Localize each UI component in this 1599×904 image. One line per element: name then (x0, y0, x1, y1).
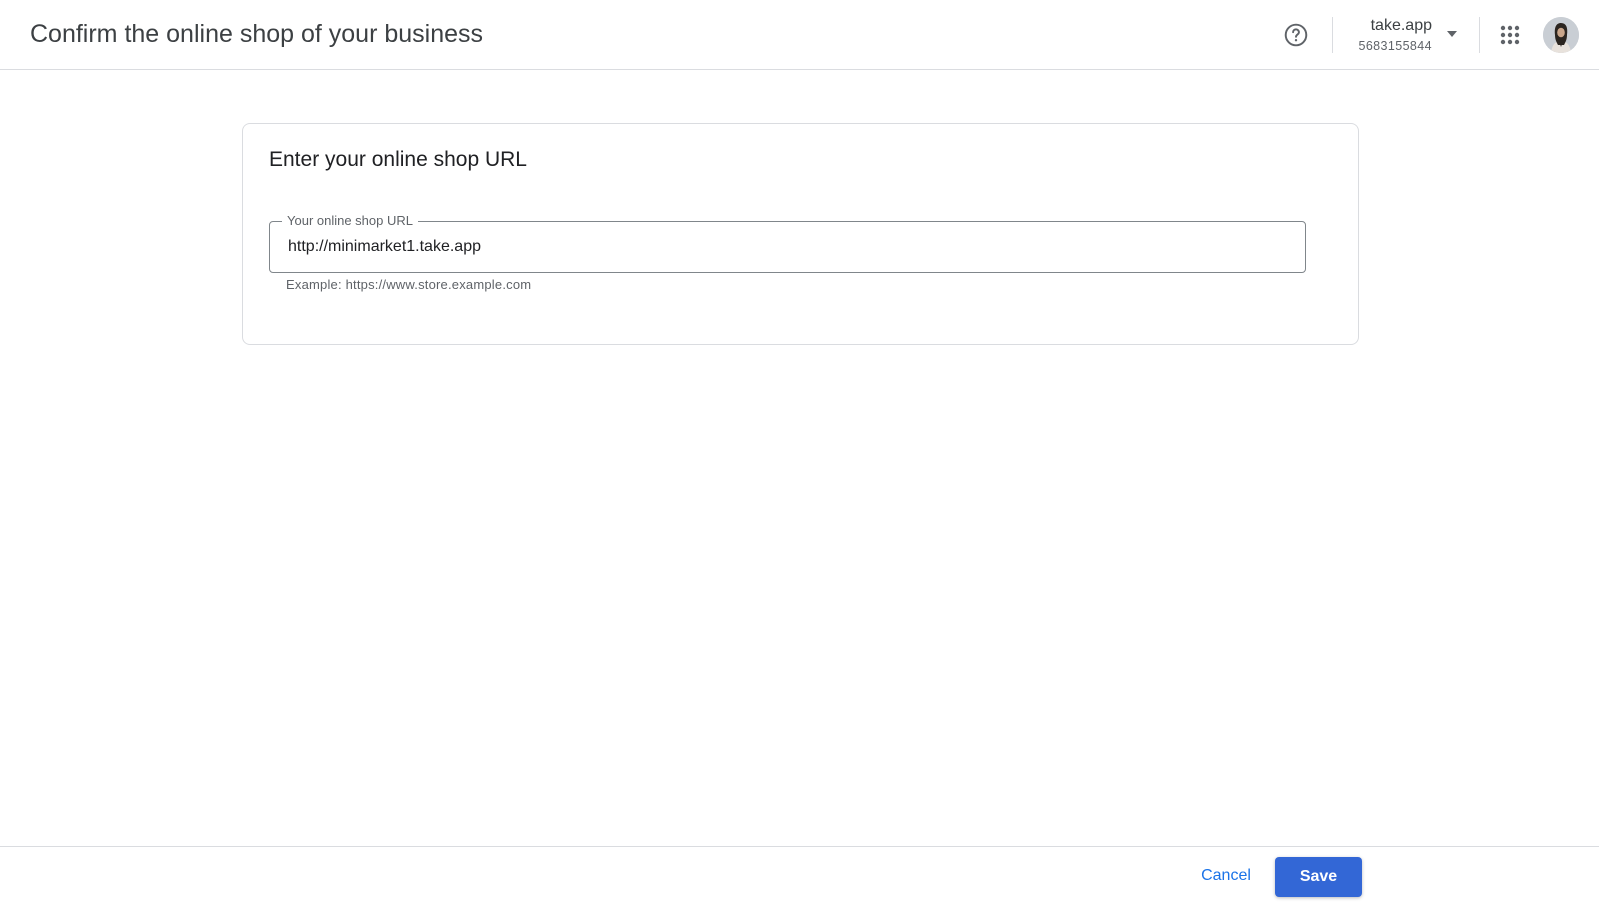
account-name: take.app (1370, 17, 1432, 34)
header-divider (1332, 17, 1333, 53)
save-button[interactable]: Save (1275, 857, 1362, 897)
shop-url-input[interactable] (271, 223, 1304, 271)
shop-url-card: Enter your online shop URL Your online s… (242, 123, 1359, 345)
help-button[interactable] (1280, 19, 1312, 51)
shop-url-field[interactable]: Your online shop URL (269, 213, 1306, 273)
header-divider (1479, 17, 1480, 53)
apps-button[interactable] (1494, 19, 1526, 51)
shop-url-helper-text: Example: https://www.store.example.com (286, 277, 532, 292)
cancel-button[interactable]: Cancel (1190, 856, 1262, 896)
top-bar: Confirm the online shop of your business… (0, 0, 1599, 70)
help-circle-icon (1284, 23, 1308, 47)
account-id: 5683155844 (1358, 39, 1432, 53)
account-switcher[interactable]: take.app 5683155844 (1340, 12, 1462, 56)
user-avatar-icon (1543, 17, 1579, 53)
avatar[interactable] (1543, 17, 1579, 53)
apps-grid-icon (1500, 25, 1520, 45)
page-title: Confirm the online shop of your business (30, 20, 484, 48)
card-title: Enter your online shop URL (269, 148, 527, 171)
action-bar: Cancel Save (0, 846, 1599, 904)
arrow-drop-down-icon (1447, 31, 1457, 37)
